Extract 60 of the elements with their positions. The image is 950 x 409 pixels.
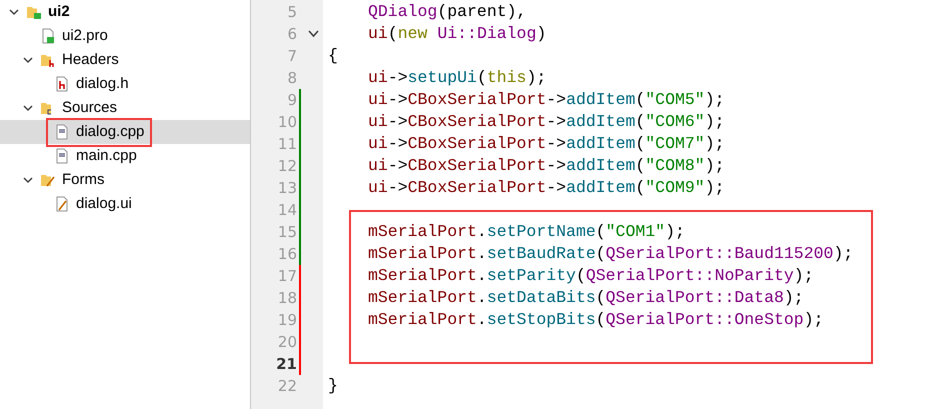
code-line: mSerialPort.setPortName("COM1");: [368, 220, 685, 243]
code-line: mSerialPort.setBaudRate(QSerialPort::Baud115200);: [368, 242, 854, 265]
line-number: 22: [276, 376, 297, 397]
tree-item-label: ui2.pro: [62, 26, 108, 46]
code-line: mSerialPort.setStopBits(QSerialPort::OneStop);: [368, 308, 824, 331]
tree-item-label: dialog.h: [76, 74, 129, 94]
tree-item[interactable]: dialog.ui: [0, 192, 250, 216]
line-number: 8: [286, 68, 297, 89]
tree-item-label: Sources: [62, 98, 118, 118]
code-line: ui->CBoxSerialPort->addItem("COM7");: [368, 132, 725, 155]
tree-item-label: Forms: [62, 170, 104, 190]
file-icon: [54, 124, 70, 140]
line-number: 7: [286, 46, 297, 67]
code-line: {: [328, 44, 338, 67]
tree-item[interactable]: Headers: [0, 48, 250, 72]
code-line: ui->CBoxSerialPort->addItem("COM8");: [368, 154, 725, 177]
tree-item-label: Headers: [62, 50, 119, 70]
line-number: 20: [276, 332, 297, 353]
line-number: 6: [286, 24, 297, 45]
folder-icon: [40, 52, 56, 68]
tree-item[interactable]: ui2.pro: [0, 24, 250, 48]
code-line: mSerialPort.setParity(QSerialPort::NoParity);: [368, 264, 814, 287]
tree-item-label: dialog.cpp: [76, 122, 144, 142]
line-number: 13: [276, 178, 297, 199]
tree-item-label: dialog.ui: [76, 194, 132, 214]
code-line: }: [328, 374, 338, 397]
tree-item[interactable]: dialog.cpp: [0, 120, 250, 144]
folder-icon: [40, 172, 56, 188]
line-number: 21: [275, 354, 297, 375]
code-line: ui->CBoxSerialPort->addItem("COM9");: [368, 176, 725, 199]
code-line: mSerialPort.setDataBits(QSerialPort::Data8);: [368, 286, 804, 309]
code-line: ui->setupUi(this);: [368, 66, 546, 89]
line-number: 16: [276, 244, 297, 265]
tree-item[interactable]: Forms: [0, 168, 250, 192]
code-line: ui->CBoxSerialPort->addItem("COM6");: [368, 110, 725, 133]
line-number: 12: [276, 156, 297, 177]
line-number: 9: [286, 90, 297, 111]
line-number: 10: [276, 112, 297, 133]
file-icon: [54, 196, 70, 212]
line-number: 18: [276, 288, 297, 309]
code-line: ui->CBoxSerialPort->addItem("COM5");: [368, 88, 725, 111]
line-number: 14: [276, 200, 297, 221]
folder-icon: [26, 4, 42, 20]
code-line: ui(new Ui::Dialog): [368, 22, 546, 45]
line-number: 15: [276, 222, 297, 243]
tree-item[interactable]: dialog.h: [0, 72, 250, 96]
tree-item-label: ui2: [48, 2, 70, 22]
line-number: 11: [276, 134, 297, 155]
fold-chevron-icon[interactable]: [308, 30, 319, 38]
code-line: QDialog(parent),: [368, 0, 526, 23]
file-icon: [54, 148, 70, 164]
file-icon: [40, 28, 56, 44]
line-number: 5: [286, 2, 297, 23]
tree-item-label: main.cpp: [76, 146, 137, 166]
file-icon: [54, 76, 70, 92]
tree-item[interactable]: main.cpp: [0, 144, 250, 168]
line-number: 17: [276, 266, 297, 287]
line-number: 19: [276, 310, 297, 331]
tree-item[interactable]: ui2: [0, 0, 250, 24]
tree-item[interactable]: Sources: [0, 96, 250, 120]
